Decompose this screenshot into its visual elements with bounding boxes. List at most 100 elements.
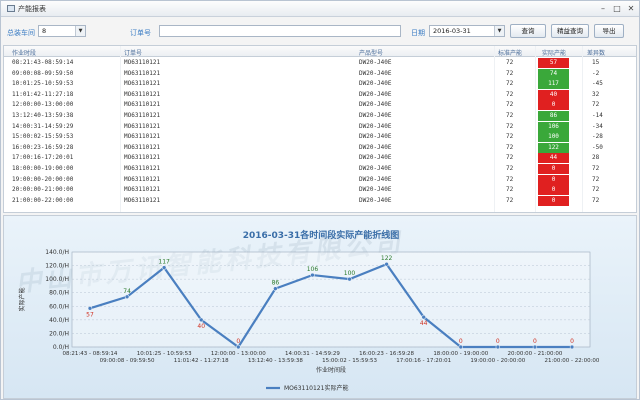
maximize-button[interactable]: □	[611, 3, 623, 14]
plot-area	[71, 251, 591, 348]
data-label: 0	[496, 338, 500, 345]
data-point	[87, 306, 93, 311]
data-point	[495, 344, 501, 350]
actual-capacity-cell: 86	[538, 111, 569, 121]
table-cell: 13:12:40-13:59:38	[12, 112, 74, 119]
title-bar: 产能报表 – □ ✕	[1, 1, 639, 17]
table-cell: MO63110121	[124, 143, 161, 151]
export-button[interactable]: 导出	[594, 24, 624, 38]
table-row[interactable]: 21:00:00-22:00:00 MO63110121 DW20-J40E 72 0 7…	[4, 195, 636, 207]
table-row[interactable]: 19:00:00-20:00:00 MO63110121 DW20-J40E 72 0 7…	[4, 174, 636, 186]
table-row[interactable]: 12:00:00-13:00:00 MO63110121 DW20-J40E 72 0 7…	[4, 100, 636, 111]
y-tick-label: 40.0/H	[49, 317, 69, 324]
date-picker[interactable]: 2016-03-31 ▼	[429, 25, 505, 37]
table-cell: DW20-J40E	[359, 175, 392, 183]
workshop-select[interactable]: 8 ▼	[38, 25, 86, 37]
data-label: 0	[533, 338, 537, 345]
table-cell: 72	[506, 101, 514, 109]
table-cell: 72	[506, 133, 514, 141]
x-tick-label: 20:00:00 - 21:00:00	[507, 351, 562, 357]
col-header[interactable]: 产品型号	[359, 48, 383, 57]
data-label: 40	[197, 323, 205, 330]
query-button[interactable]: 查询	[510, 24, 546, 38]
table-cell: 72	[506, 59, 514, 66]
table-cell: MO63110121	[124, 122, 161, 130]
chart-panel: 中山市万讯智能科技有限公司 2016-03-31各时间段实际产能折线图 0.0/…	[3, 215, 637, 399]
table-cell: DW20-J40E	[359, 80, 392, 88]
table-cell: 28	[592, 154, 600, 162]
table-cell: 21:00:00-22:00:00	[12, 196, 74, 204]
actual-capacity-cell: 117	[538, 79, 569, 90]
table-cell: MO63110121	[124, 165, 161, 172]
y-tick-label: 120.0/H	[45, 263, 69, 270]
table-cell: 32	[592, 90, 600, 98]
table-cell: 72	[592, 196, 600, 204]
col-header[interactable]: 作业时段	[12, 48, 36, 57]
table-cell: MO63110121	[124, 112, 161, 119]
col-header[interactable]: 实际产能	[542, 48, 566, 57]
table-row[interactable]: 08:21:43-08:59:14 MO63110121 DW20-J40E 72 57…	[4, 58, 636, 69]
table-cell: MO63110121	[124, 90, 161, 98]
data-label: 74	[123, 288, 131, 295]
x-tick-label: 15:00:02 - 15:59:53	[322, 358, 377, 364]
chevron-down-icon: ▼	[75, 26, 85, 36]
data-label: 0	[570, 338, 574, 345]
table-row[interactable]: 17:00:16-17:20:01 MO63110121 DW20-J40E 72 44…	[4, 153, 636, 164]
x-axis-label: 作业时间段	[316, 366, 346, 374]
legend-label: MO63110121实际产能	[284, 384, 348, 392]
col-header[interactable]: 差异数	[587, 48, 605, 57]
table-cell: 09:00:08-09:59:50	[12, 69, 74, 77]
table-row[interactable]: 15:00:02-15:59:53 MO63110121 DW20-J40E 72 10…	[4, 132, 636, 143]
data-point	[421, 314, 426, 320]
data-point	[384, 261, 389, 267]
table-cell: 72	[592, 101, 600, 109]
close-button[interactable]: ✕	[625, 3, 637, 14]
table-cell: 72	[506, 143, 514, 151]
table-cell: DW20-J40E	[359, 165, 392, 172]
capacity-line-chart: 0.0/H 20.0/H 40.0/H 60.0/H 80.0/H 100.0/H 120.…	[18, 249, 600, 392]
table-cell: -50	[592, 143, 603, 151]
table-row[interactable]: 16:00:23-16:59:28 MO63110121 DW20-J40E 72 12…	[4, 142, 636, 154]
data-label: 44	[420, 320, 428, 327]
data-point	[532, 344, 538, 350]
table-row[interactable]: 09:00:08-09:59:50 MO63110121 DW20-J40E 72 74…	[4, 68, 636, 80]
actual-capacity-cell: 106	[538, 121, 569, 132]
data-label: 57	[86, 311, 94, 318]
order-number-input[interactable]	[159, 25, 401, 37]
table-cell: 72	[506, 154, 514, 162]
table-cell: 72	[506, 112, 514, 119]
table-cell: 72	[506, 175, 514, 183]
table-cell: DW20-J40E	[359, 90, 392, 98]
x-tick-label: 14:00:31 - 14:59:29	[285, 351, 340, 357]
x-tick-label: 08:21:43 - 08:59:14	[63, 351, 118, 357]
minimize-button[interactable]: –	[597, 3, 609, 14]
date-value: 2016-03-31	[433, 27, 471, 35]
col-header[interactable]: 标准产能	[498, 48, 522, 57]
table-row[interactable]: 14:00:31-14:59:29 MO63110121 DW20-J40E 72 10…	[4, 121, 636, 133]
table-row[interactable]: 20:00:00-21:00:00 MO63110121 DW20-J40E 72 0 7…	[4, 185, 636, 196]
x-tick-label: 17:00:16 - 17:20:01	[396, 358, 451, 364]
table-row[interactable]: 11:01:42-11:27:18 MO63110121 DW20-J40E 72 40…	[4, 89, 636, 101]
data-label: 86	[272, 280, 280, 287]
y-tick-label: 100.0/H	[45, 276, 69, 283]
data-label: 106	[307, 266, 319, 273]
table-row[interactable]: 13:12:40-13:59:38 MO63110121 DW20-J40E 72 86…	[4, 111, 636, 122]
table-cell: MO63110121	[124, 175, 161, 183]
x-tick-label: 18:00:00 - 19:00:00	[433, 351, 488, 357]
col-header[interactable]: 订单号	[124, 48, 142, 57]
x-tick-label: 16:00:23 - 16:59:28	[359, 351, 414, 357]
table-cell: 72	[506, 122, 514, 130]
data-point	[161, 265, 167, 270]
table-cell: 72	[506, 69, 514, 77]
data-point	[124, 294, 130, 300]
actual-capacity-cell: 74	[538, 68, 569, 79]
table-cell: 19:00:00-20:00:00	[12, 175, 74, 183]
detail-query-button[interactable]: 精益查询	[551, 24, 589, 38]
table-row[interactable]: 10:01:25-10:59:53 MO63110121 DW20-J40E 72 11…	[4, 79, 636, 90]
data-point	[347, 276, 352, 282]
table-cell: -28	[592, 133, 603, 141]
data-label: 117	[158, 259, 170, 266]
table-row[interactable]: 18:00:00-19:00:00 MO63110121 DW20-J40E 72 0 7…	[4, 164, 636, 175]
y-tick-label: 140.0/H	[45, 249, 69, 256]
actual-capacity-cell: 57	[538, 58, 569, 68]
